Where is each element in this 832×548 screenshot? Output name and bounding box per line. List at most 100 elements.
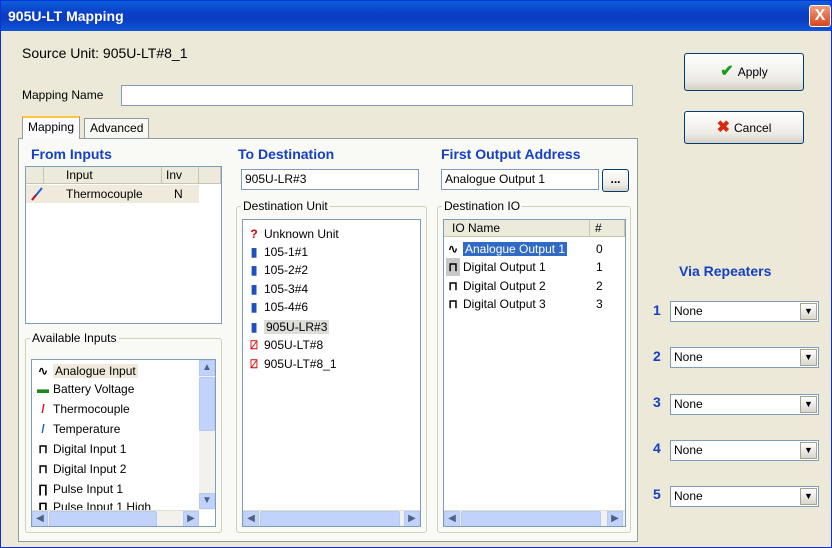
- list-item[interactable]: ⊓ Digital Input 1: [36, 440, 126, 458]
- thermocouple-icon: [30, 186, 44, 202]
- destination-unit-group: Destination Unit ? Unknown Unit ▮ 105-1#1 …: [236, 199, 427, 533]
- cancel-icon: ✖: [716, 119, 731, 136]
- repeater-select-3[interactable]: None ▼: [670, 394, 819, 415]
- horizontal-scrollbar[interactable]: ◀ ▶: [243, 510, 420, 526]
- list-item[interactable]: ⊓ Digital Input 2: [36, 460, 126, 478]
- list-item-label: Battery Voltage: [53, 382, 135, 396]
- repeater-select-1[interactable]: None ▼: [670, 301, 819, 322]
- io-number-cell: 1: [596, 260, 603, 274]
- list-item[interactable]: ? Unknown Unit: [247, 225, 338, 243]
- list-item[interactable]: ∏ Pulse Input 1 High: [36, 498, 151, 510]
- first-output-heading: First Output Address: [441, 146, 581, 162]
- title-bar: 905U-LT Mapping: [1, 1, 831, 31]
- table-row[interactable]: Thermocouple N: [26, 185, 199, 203]
- repeater-number: 2: [653, 348, 661, 364]
- scroll-right-button[interactable]: ▶: [183, 511, 199, 526]
- repeater-select-2[interactable]: None ▼: [670, 347, 819, 368]
- disabled-unit-icon: ⍁: [250, 338, 258, 352]
- list-item[interactable]: ▮ 905U-LR#3: [247, 318, 330, 336]
- list-item[interactable]: / Thermocouple: [36, 400, 129, 418]
- column-header-io-name[interactable]: IO Name: [444, 220, 590, 237]
- destination-io-group: Destination IO IO Name # ∿ Analogue Outpu…: [437, 199, 631, 533]
- unit-icon: ▮: [250, 263, 258, 277]
- io-name-cell: Digital Output 2: [463, 279, 546, 293]
- scroll-down-button[interactable]: ▼: [199, 493, 215, 509]
- cancel-button[interactable]: ✖ Cancel: [684, 111, 804, 144]
- apply-button[interactable]: ✔ Apply: [684, 53, 804, 91]
- inv-cell: N: [174, 187, 183, 201]
- to-destination-heading: To Destination: [238, 146, 335, 162]
- destination-io-list[interactable]: IO Name # ∿ Analogue Output 1 0 ⊓ Digital …: [443, 219, 626, 527]
- scroll-left-button[interactable]: ◀: [444, 511, 460, 526]
- list-item[interactable]: / Temperature: [36, 420, 120, 438]
- io-number-cell: 3: [596, 297, 603, 311]
- horizontal-scrollbar[interactable]: ◀ ▶: [444, 510, 625, 526]
- repeater-select-value: None: [674, 304, 703, 318]
- list-item[interactable]: ⍁ 905U-LT#8_1: [247, 355, 337, 373]
- close-button[interactable]: X: [809, 5, 831, 27]
- list-item[interactable]: ▮ 105-4#6: [247, 298, 308, 316]
- scroll-left-button[interactable]: ◀: [243, 511, 259, 526]
- list-item[interactable]: ∿ Analogue Input: [36, 362, 138, 380]
- table-row[interactable]: ⊓ Digital Output 2: [446, 277, 546, 295]
- tab-advanced-label: Advanced: [90, 121, 144, 135]
- first-output-input[interactable]: Analogue Output 1: [441, 169, 599, 190]
- io-number-cell: 2: [596, 279, 603, 293]
- column-header-number[interactable]: #: [590, 220, 625, 237]
- from-inputs-heading: From Inputs: [31, 146, 112, 162]
- io-name-cell: Analogue Output 1: [463, 242, 568, 256]
- browse-button[interactable]: ...: [602, 169, 629, 192]
- scroll-thumb[interactable]: [461, 511, 601, 526]
- repeater-select-5[interactable]: None ▼: [670, 486, 819, 507]
- available-inputs-list[interactable]: ∿ Analogue Input ▬ Battery Voltage / Thermo…: [31, 359, 216, 527]
- list-item-label: 905U-LT#8_1: [264, 357, 337, 371]
- tab-advanced[interactable]: Advanced: [84, 118, 150, 139]
- from-inputs-list[interactable]: Input Inv Thermocouple N: [25, 166, 222, 324]
- mapping-name-input[interactable]: [121, 85, 633, 106]
- list-item-label: 905U-LT#8: [264, 338, 324, 352]
- digital-icon: ⊓: [38, 442, 48, 456]
- table-row[interactable]: ⊓ Digital Output 3: [446, 295, 545, 313]
- radio-unit-icon: ▮: [250, 320, 258, 334]
- repeater-select-value: None: [674, 350, 703, 364]
- table-row[interactable]: ∿ Analogue Output 1: [446, 240, 568, 258]
- scroll-right-button[interactable]: ▶: [404, 511, 420, 526]
- scroll-left-button[interactable]: ◀: [32, 511, 48, 526]
- digital-icon: ⊓: [448, 297, 458, 311]
- dropdown-arrow-icon: ▼: [800, 349, 817, 366]
- list-item[interactable]: ▬ Battery Voltage: [36, 380, 134, 398]
- destination-unit-list[interactable]: ? Unknown Unit ▮ 105-1#1 ▮ 105-2#2 ▮ 105-3#4…: [242, 219, 421, 527]
- scroll-thumb[interactable]: [260, 511, 400, 526]
- list-item[interactable]: ▮ 105-2#2: [247, 261, 308, 279]
- disabled-unit-icon: ⍁: [250, 357, 258, 371]
- unit-icon: ▮: [250, 300, 258, 314]
- repeater-number: 5: [653, 486, 661, 502]
- list-item[interactable]: ∏ Pulse Input 1: [36, 480, 123, 498]
- scroll-right-button[interactable]: ▶: [607, 511, 623, 526]
- column-header-input[interactable]: Input: [44, 167, 162, 184]
- list-item[interactable]: ▮ 105-1#1: [247, 243, 308, 261]
- via-repeaters-heading: Via Repeaters: [679, 263, 772, 279]
- repeater-select-4[interactable]: None ▼: [670, 440, 819, 461]
- repeater-number: 4: [653, 440, 661, 456]
- io-name-cell: Digital Output 1: [463, 260, 546, 274]
- destination-input[interactable]: 905U-LR#3: [241, 169, 419, 190]
- list-item[interactable]: ⍁ 905U-LT#8: [247, 336, 323, 354]
- list-item-label: 905U-LR#3: [264, 320, 330, 334]
- unknown-icon: ?: [250, 227, 258, 241]
- column-header-inv[interactable]: Inv: [162, 167, 199, 184]
- table-row[interactable]: ⊓ Digital Output 1: [446, 258, 546, 276]
- digital-icon: ⊓: [448, 279, 458, 293]
- list-item-label: 105-2#2: [264, 263, 309, 277]
- vertical-scrollbar[interactable]: ▲ ▼: [199, 360, 215, 510]
- scroll-up-button[interactable]: ▲: [199, 360, 215, 376]
- tab-mapping[interactable]: Mapping: [22, 116, 81, 139]
- scroll-thumb[interactable]: [199, 377, 215, 431]
- repeater-number: 1: [653, 302, 661, 318]
- list-item-label: Temperature: [53, 422, 121, 436]
- list-item[interactable]: ▮ 105-3#4: [247, 280, 308, 298]
- scroll-thumb[interactable]: [49, 511, 157, 526]
- source-unit-label: Source Unit: 905U-LT#8_1: [22, 45, 188, 61]
- from-inputs-blank-header: [26, 167, 44, 184]
- horizontal-scrollbar[interactable]: ◀ ▶: [32, 510, 199, 526]
